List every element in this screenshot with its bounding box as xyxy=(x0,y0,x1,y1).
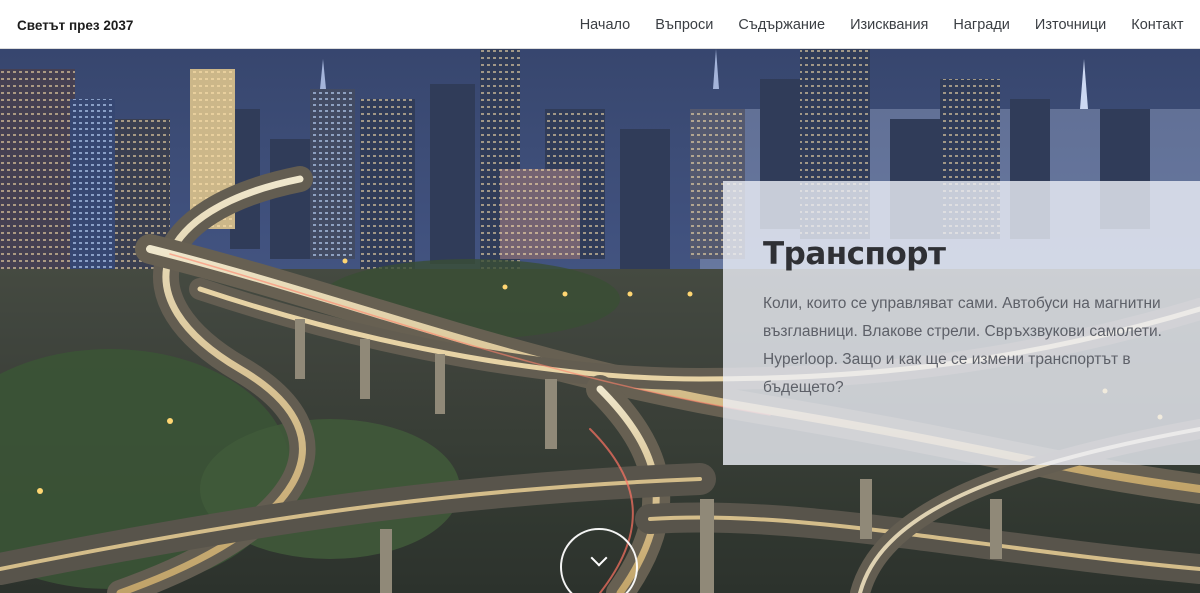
top-navbar: Светът през 2037 Начало Въпроси Съдържан… xyxy=(0,0,1200,49)
nav-item-requirements[interactable]: Изисквания xyxy=(838,17,941,33)
brand-link[interactable]: Светът през 2037 xyxy=(17,0,133,49)
nav-item-sources[interactable]: Източници xyxy=(1022,17,1118,33)
nav-item-content[interactable]: Съдържание xyxy=(726,17,838,33)
nav-item-awards[interactable]: Награди xyxy=(941,17,1023,33)
transport-info-panel: Транспорт Коли, които се управляват сами… xyxy=(723,181,1200,465)
section-title: Транспорт xyxy=(763,236,946,272)
nav-item-home[interactable]: Начало xyxy=(567,17,643,33)
section-description: Коли, които се управляват сами. Автобуси… xyxy=(763,295,1162,396)
page: Светът през 2037 Начало Въпроси Съдържан… xyxy=(0,0,1200,593)
chevron-down-icon xyxy=(590,549,608,567)
nav-item-questions[interactable]: Въпроси xyxy=(643,17,726,33)
nav-menu: Начало Въпроси Съдържание Изисквания Наг… xyxy=(567,0,1196,49)
nav-item-contact[interactable]: Контакт xyxy=(1119,17,1196,33)
